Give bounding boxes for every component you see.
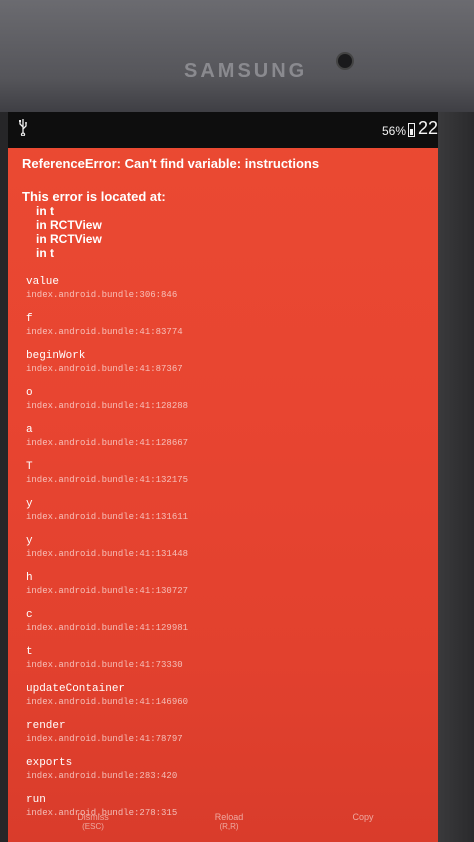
dismiss-button[interactable]: Dismiss (ESC) (48, 812, 138, 831)
device-right-edge (438, 112, 474, 842)
frame-location: index.android.bundle:41:131611 (26, 512, 189, 522)
redbox-footer: Dismiss (ESC) Reload (R,R) Copy (8, 812, 438, 842)
stack-frame[interactable]: t index.android.bundle:41:73330 (26, 646, 426, 683)
device-brand-label: SAMSUNG (184, 60, 308, 82)
frame-function-name: value (26, 276, 60, 288)
frame-location: index.android.bundle:41:129981 (26, 623, 189, 633)
stack-frame[interactable]: y index.android.bundle:41:131448 (26, 535, 426, 572)
reload-label: Reload (214, 812, 244, 822)
frame-location: index.android.bundle:41:73330 (26, 660, 183, 670)
frame-function-name: h (26, 572, 33, 584)
usb-icon (19, 119, 27, 136)
device-photo: SAMSUNG 56% 22:16 ReferenceError: Can't … (0, 0, 474, 842)
frame-location: index.android.bundle:41:130727 (26, 586, 189, 596)
frame-location: index.android.bundle:41:131448 (26, 549, 189, 559)
battery-percentage: 56% (382, 124, 407, 138)
frame-location: index.android.bundle:41:132175 (26, 475, 189, 485)
stack-frame[interactable]: c index.android.bundle:41:129981 (26, 609, 426, 646)
dismiss-label: Dismiss (77, 812, 109, 822)
frame-function-name: updateContainer (26, 683, 126, 695)
stack-frame[interactable]: Tindex.android.bundle:41:132175 (26, 461, 426, 498)
stack-trace-list[interactable]: value index.android.bundle:306:846 f index… (26, 276, 426, 831)
stack-frame[interactable]: f index.android.bundle:41:83774 (26, 313, 426, 350)
frame-function-name: exports (26, 757, 73, 769)
stack-frame[interactable]: a index.android.bundle:41:128667 (26, 424, 426, 461)
stack-frame[interactable]: beginWork index.android.bundle:41:87367 (26, 350, 426, 387)
copy-label: Copy (352, 812, 374, 822)
stack-frame[interactable]: y index.android.bundle:41:131611 (26, 498, 426, 535)
clock: 22:16 (418, 118, 438, 138)
frame-function-name: T (26, 461, 33, 473)
frame-function-name: c (26, 609, 33, 621)
frame-location: index.android.bundle:306:846 (26, 290, 178, 300)
component-stack-line: in RCTView (36, 218, 102, 232)
frame-function-name: o (26, 387, 33, 399)
stack-frame[interactable]: o index.android.bundle:41:128288 (26, 387, 426, 424)
stack-frame[interactable]: updateContainer index.android.bundle:41:1… (26, 683, 426, 720)
reload-button[interactable]: Reload (R,R) (184, 812, 274, 831)
stack-frame[interactable]: render index.android.bundle:41:78797 (26, 720, 426, 757)
frame-location: index.android.bundle:41:83774 (26, 327, 183, 337)
stack-frame[interactable]: h index.android.bundle:41:130727 (26, 572, 426, 609)
frame-location: index.android.bundle:41:128288 (26, 401, 189, 411)
frame-location: index.android.bundle:41:78797 (26, 734, 183, 744)
frame-location: index.android.bundle:41:128667 (26, 438, 189, 448)
error-location-heading: This error is located at: (22, 189, 166, 204)
frame-location: index.android.bundle:41:146960 (26, 697, 189, 707)
battery-icon (408, 123, 415, 137)
component-stack-line: in RCTView (36, 232, 102, 246)
frame-function-name: run (26, 794, 46, 806)
front-camera (338, 54, 352, 68)
frame-function-name: y (26, 498, 33, 510)
frame-function-name: render (26, 720, 66, 732)
redbox-screen: 56% 22:16 ReferenceError: Can't find var… (8, 112, 438, 842)
frame-function-name: beginWork (26, 350, 86, 362)
dismiss-shortcut: (ESC) (82, 822, 104, 831)
error-header: ReferenceError: Can't find variable: ins… (22, 156, 432, 260)
frame-function-name: f (26, 313, 33, 325)
device-left-edge (0, 112, 8, 842)
frame-function-name: y (26, 535, 33, 547)
frame-location: index.android.bundle:283:420 (26, 771, 178, 781)
status-bar: 56% 22:16 (8, 112, 438, 148)
component-stack-line: in t (36, 246, 54, 260)
component-stack-line: in t (36, 204, 54, 218)
device-bezel: SAMSUNG (0, 0, 474, 112)
copy-button[interactable]: Copy (318, 812, 408, 822)
frame-function-name: a (26, 424, 33, 436)
frame-function-name: t (26, 646, 33, 658)
stack-frame[interactable]: value index.android.bundle:306:846 (26, 276, 426, 313)
reload-shortcut: (R,R) (219, 822, 239, 831)
stack-frame[interactable]: exports index.android.bundle:283:420 (26, 757, 426, 794)
error-message: ReferenceError: Can't find variable: ins… (22, 156, 320, 171)
frame-location: index.android.bundle:41:87367 (26, 364, 183, 374)
